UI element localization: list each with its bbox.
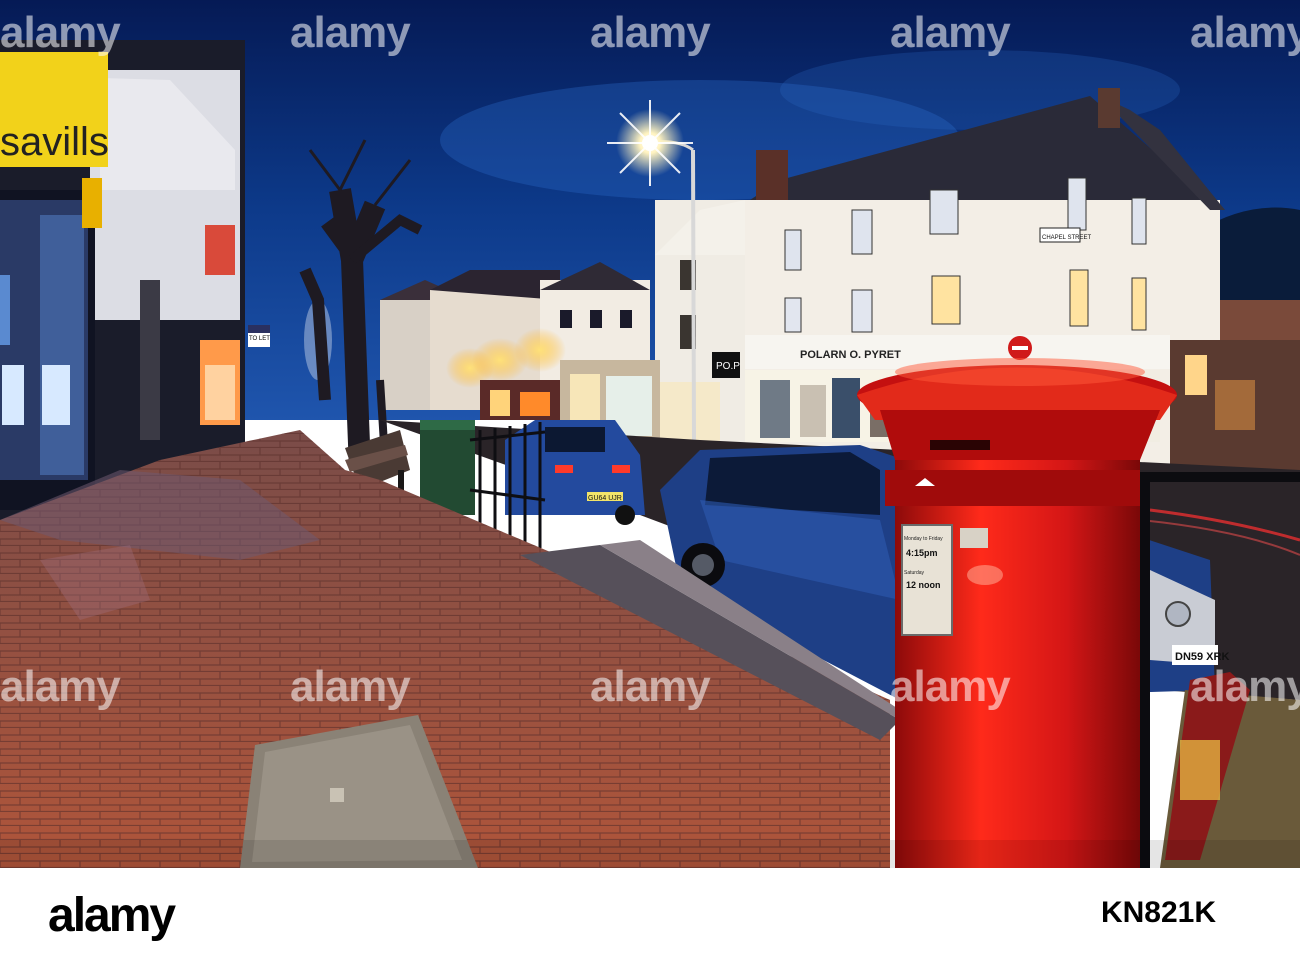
watermark-text: alamy	[890, 662, 1011, 711]
shop-sign-small: PO.P	[716, 361, 740, 372]
watermark-text: alamy	[1190, 8, 1300, 57]
savills-logo-text: savills	[0, 120, 109, 164]
street-photo: CHAPEL STREET POLARN O. PYRET PO.P TO LE…	[0, 0, 1300, 868]
watermark-text: alamy	[590, 8, 711, 57]
notice-weekday-time: 4:15pm	[906, 548, 938, 558]
street-name-sign: CHAPEL STREET	[1042, 235, 1091, 241]
alamy-logo: alamy	[48, 889, 176, 942]
notice-saturday: Saturday	[904, 570, 925, 576]
watermark-text: alamy	[0, 8, 121, 57]
notice-saturday-time: 12 noon	[906, 580, 941, 590]
red-postbox: Monday to Friday 4:15pm Saturday 12 noon	[857, 358, 1177, 868]
to-let-sign: TO LET	[249, 336, 270, 342]
watermark-text: alamy	[290, 8, 411, 57]
watermark-text: alamy	[290, 662, 411, 711]
notice-weekday: Monday to Friday	[904, 536, 943, 542]
savills-sign: savills	[0, 52, 109, 167]
weatherboard-building: PO.P	[655, 200, 745, 450]
watermark-text: alamy	[590, 662, 711, 711]
watermark-text: alamy	[0, 662, 121, 711]
footer-bar: alamy KN821K	[0, 868, 1300, 956]
watermark-text: alamy	[1190, 662, 1300, 711]
watermark-text: alamy	[890, 8, 1011, 57]
blue-car-plate: GU64 UJR	[588, 495, 622, 502]
image-id: KN821K	[1100, 896, 1216, 929]
shop-sign-main: POLARN O. PYRET	[800, 349, 901, 361]
